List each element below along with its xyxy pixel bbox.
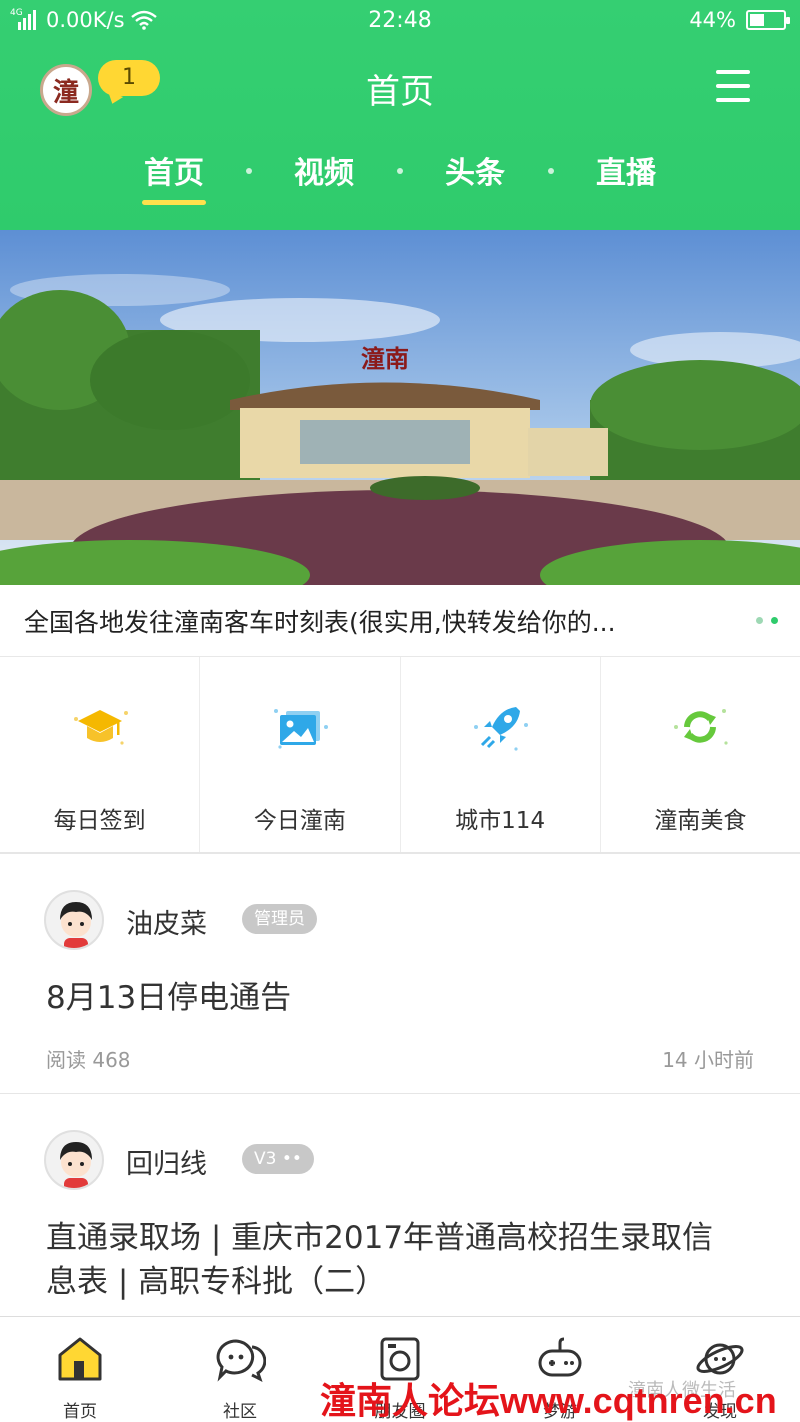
carousel-dot — [756, 617, 763, 624]
banner-caption[interactable]: 全国各地发往潼南客车时刻表(很实用,快转发给你的... — [0, 585, 800, 657]
battery-icon — [746, 10, 790, 30]
tab-headlines[interactable]: 头条 — [415, 148, 535, 192]
avatar-image — [46, 892, 102, 948]
quick-link-label: 今日潼南 — [253, 808, 346, 834]
app-bar: 潼 1 首页 — [0, 42, 800, 134]
author-name[interactable]: 油皮菜 — [126, 902, 207, 941]
graduation-cap-icon — [73, 710, 128, 745]
avatar[interactable] — [44, 890, 104, 950]
nav-label: 社区 — [223, 1402, 257, 1422]
status-right: 44% — [689, 8, 790, 32]
active-tab-indicator — [142, 200, 206, 205]
role-badge: 管理员 — [242, 904, 317, 934]
nav-label: 首页 — [63, 1402, 97, 1422]
post-card[interactable]: 油皮菜 管理员 8月13日停电通告 阅读 468 14 小时前 — [0, 853, 800, 1093]
quick-link-label: 每日签到 — [53, 808, 146, 834]
clock: 22:48 — [368, 8, 432, 33]
banner-image: 潼南 — [0, 230, 800, 585]
page-title: 首页 — [366, 72, 434, 112]
watermark: 潼南人论坛www.cqtnren.cn — [320, 1380, 777, 1421]
carousel-indicator — [756, 617, 778, 624]
tab-video[interactable]: 视频 — [264, 148, 384, 192]
quick-link-checkin[interactable]: 每日签到 — [0, 657, 201, 852]
battery-percent: 44% — [689, 8, 736, 32]
image-icon — [273, 709, 328, 749]
post-title[interactable]: 8月13日停电通告 — [46, 976, 740, 1020]
nav-community[interactable]: 社区 — [160, 1317, 320, 1422]
nav-home[interactable]: 首页 — [0, 1317, 160, 1422]
tab-separator — [548, 168, 554, 174]
tab-label: 首页 — [144, 156, 204, 191]
app-header: 4G 0.00K/s 22:48 44% 潼 1 首页 首页 视频 头条 直播 — [0, 0, 800, 230]
rocket-icon — [474, 707, 529, 751]
quick-links: 每日签到 今日潼南 城市114 潼南美食 — [0, 657, 800, 853]
quick-link-today[interactable]: 今日潼南 — [200, 657, 401, 852]
carousel-dot-active — [771, 617, 778, 624]
tab-live[interactable]: 直播 — [566, 148, 686, 192]
tab-separator — [246, 168, 252, 174]
banner-caption-text: 全国各地发往潼南客车时刻表(很实用,快转发给你的... — [24, 608, 616, 637]
quick-link-food[interactable]: 潼南美食 — [601, 657, 800, 852]
refresh-icon — [674, 709, 728, 745]
author-name[interactable]: 回归线 — [126, 1142, 207, 1181]
post-card[interactable]: 回归线 V3 •• 直通录取场 | 重庆市2017年普通高校招生录取信息表 | … — [0, 1093, 800, 1316]
tab-label: 视频 — [294, 156, 354, 191]
tab-label: 头条 — [445, 156, 505, 191]
post-title[interactable]: 直通录取场 | 重庆市2017年普通高校招生录取信息表 | 高职专科批（二） — [46, 1216, 740, 1304]
quick-link-city114[interactable]: 城市114 — [401, 657, 601, 852]
top-tabs: 首页 视频 头条 直播 — [0, 140, 800, 210]
tab-separator — [397, 168, 403, 174]
quick-link-label: 潼南美食 — [654, 808, 747, 834]
post-time: 14 小时前 — [662, 1048, 754, 1072]
menu-icon[interactable] — [716, 70, 750, 104]
quick-link-label: 城市114 — [455, 808, 546, 834]
level-badge: V3 •• — [242, 1144, 314, 1174]
chat-bubbles-icon — [216, 1339, 266, 1382]
avatar[interactable] — [44, 1130, 104, 1190]
read-count: 阅读 468 — [46, 1048, 131, 1072]
status-bar: 4G 0.00K/s 22:48 44% — [0, 0, 800, 42]
tab-label: 直播 — [596, 156, 656, 191]
banner-carousel[interactable]: 潼南 — [0, 230, 800, 585]
banner-sign: 潼南 — [361, 344, 409, 373]
tab-home[interactable]: 首页 — [114, 148, 234, 205]
avatar-image — [46, 1132, 102, 1188]
home-icon — [58, 1337, 102, 1381]
